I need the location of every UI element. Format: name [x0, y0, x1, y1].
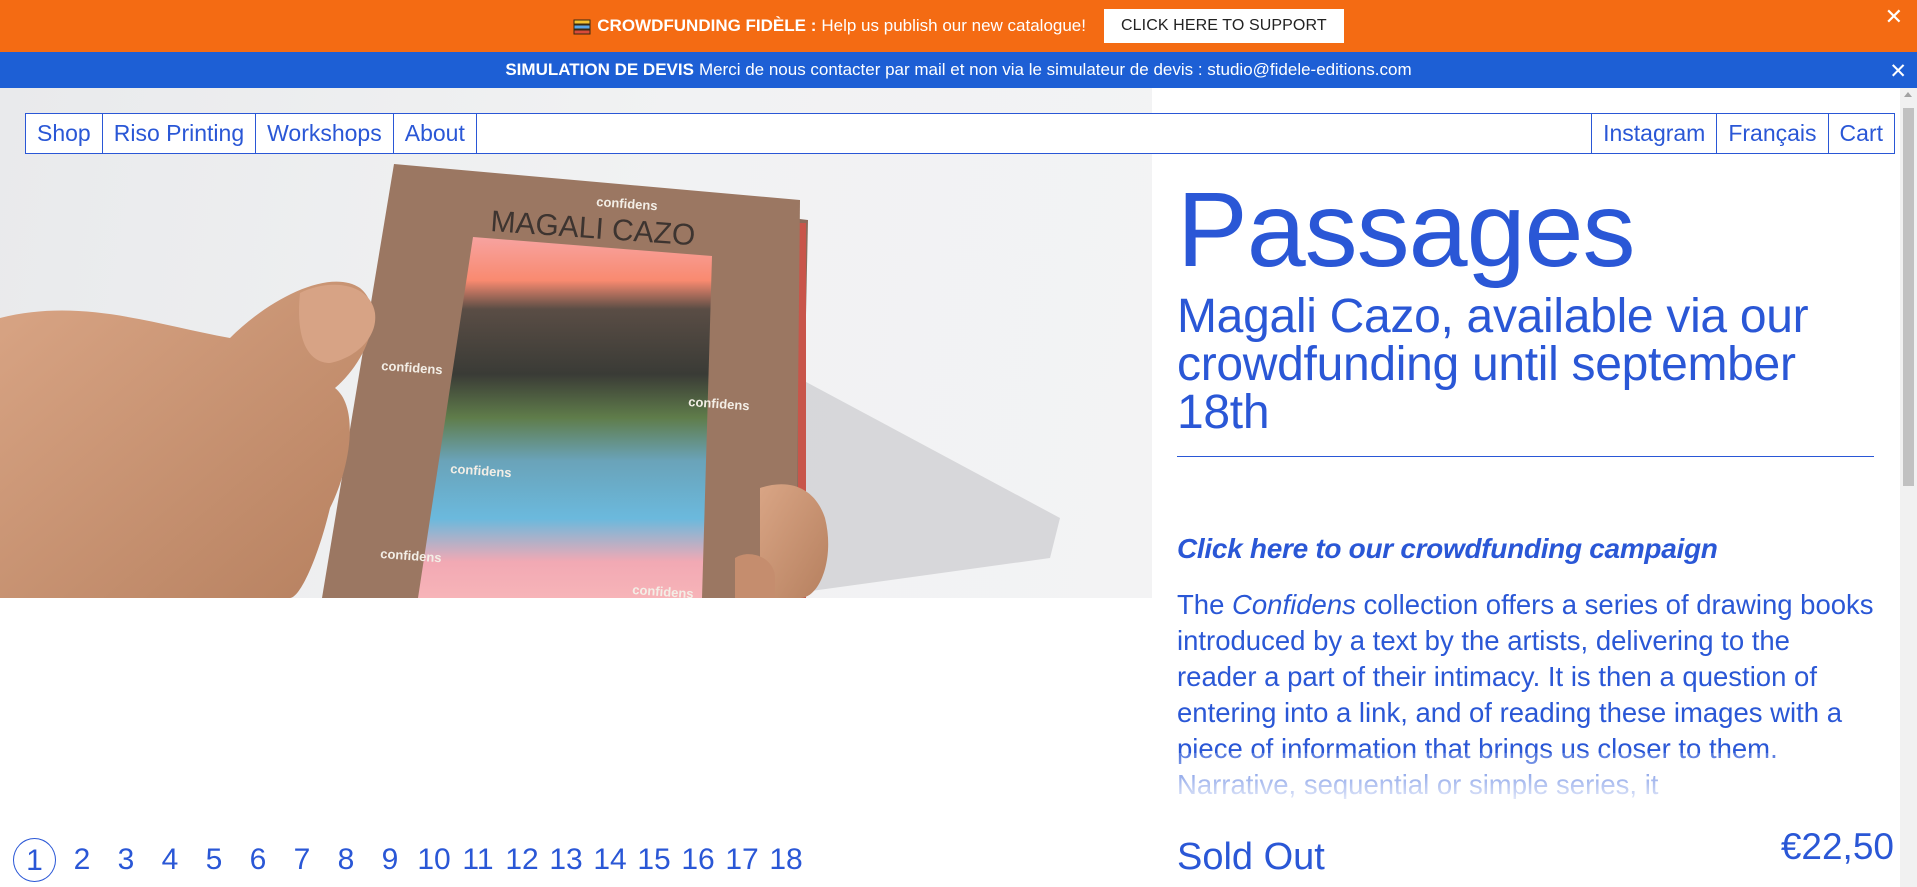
- page-3[interactable]: 3: [108, 838, 144, 882]
- page-9[interactable]: 9: [372, 838, 408, 882]
- simulation-banner-message: Merci de nous contacter par mail et non …: [698, 60, 1412, 79]
- nav-right-group: Instagram Français Cart: [1591, 114, 1894, 153]
- page-10[interactable]: 10: [416, 838, 452, 882]
- page-12[interactable]: 12: [504, 838, 540, 882]
- product-description: The Confidens collection offers a series…: [1177, 587, 1877, 799]
- page-8[interactable]: 8: [328, 838, 364, 882]
- crowdfunding-banner-title: CROWDFUNDING FIDÈLE :: [597, 16, 817, 35]
- nav-item-cart[interactable]: Cart: [1827, 114, 1894, 153]
- product-price: €22,50: [1780, 826, 1894, 867]
- support-button[interactable]: CLICK HERE TO SUPPORT: [1104, 9, 1344, 43]
- main-nav: Shop Riso Printing Workshops About Insta…: [25, 113, 1895, 154]
- scroll-up-arrow-icon[interactable]: [1904, 92, 1912, 97]
- product-title: Passages: [1177, 171, 1636, 289]
- page-4[interactable]: 4: [152, 838, 188, 882]
- crowdfunding-banner: CROWDFUNDING FIDÈLE : Help us publish ou…: [0, 0, 1917, 52]
- nav-item-workshops[interactable]: Workshops: [256, 114, 394, 153]
- simulation-banner-title: SIMULATION DE DEVIS: [505, 60, 694, 79]
- nav-item-language[interactable]: Français: [1716, 114, 1827, 153]
- divider: [1177, 456, 1874, 457]
- page-15[interactable]: 15: [636, 838, 672, 882]
- product-subtitle: Magali Cazo, available via our crowdfund…: [1177, 290, 1809, 439]
- close-simulation-banner-icon[interactable]: ✕: [1889, 59, 1907, 84]
- product-info: Passages Magali Cazo, available via our …: [1177, 160, 1877, 799]
- nav-item-instagram[interactable]: Instagram: [1591, 114, 1716, 153]
- desc-prefix: The: [1177, 589, 1233, 620]
- stock-status: Sold Out: [1177, 836, 1325, 878]
- description-fade: [1177, 753, 1877, 799]
- nav-left-group: Shop Riso Printing Workshops About: [26, 114, 477, 153]
- page-6[interactable]: 6: [240, 838, 276, 882]
- scrollbar-thumb[interactable]: [1903, 108, 1914, 486]
- nav-item-riso-printing[interactable]: Riso Printing: [103, 114, 257, 153]
- nav-item-about[interactable]: About: [394, 114, 477, 153]
- page-2[interactable]: 2: [64, 838, 100, 882]
- page-11[interactable]: 11: [460, 838, 496, 882]
- simulation-banner: SIMULATION DE DEVIS Merci de nous contac…: [0, 52, 1917, 88]
- page-1[interactable]: 1: [13, 838, 56, 882]
- page-scrollbar[interactable]: [1900, 88, 1917, 887]
- page-5[interactable]: 5: [196, 838, 232, 882]
- close-banner-icon[interactable]: ✕: [1885, 6, 1903, 28]
- page-14[interactable]: 14: [592, 838, 628, 882]
- page-18[interactable]: 18: [768, 838, 804, 882]
- product-image[interactable]: MAGALI CAZO confidens confidens confiden…: [0, 88, 1152, 598]
- page-16[interactable]: 16: [680, 838, 716, 882]
- page-17[interactable]: 17: [724, 838, 760, 882]
- nav-item-shop[interactable]: Shop: [26, 114, 103, 153]
- book-stack-icon: [573, 19, 591, 35]
- crowdfunding-link[interactable]: Click here to our crowdfunding campaign: [1177, 533, 1874, 565]
- page-13[interactable]: 13: [548, 838, 584, 882]
- crowdfunding-banner-message: Help us publish our new catalogue!: [821, 16, 1086, 35]
- desc-collection-name: Confidens: [1232, 589, 1356, 620]
- page-7[interactable]: 7: [284, 838, 320, 882]
- image-pagination: 1 2 3 4 5 6 7 8 9 10 11 12 13 14 15 16 1…: [13, 838, 812, 882]
